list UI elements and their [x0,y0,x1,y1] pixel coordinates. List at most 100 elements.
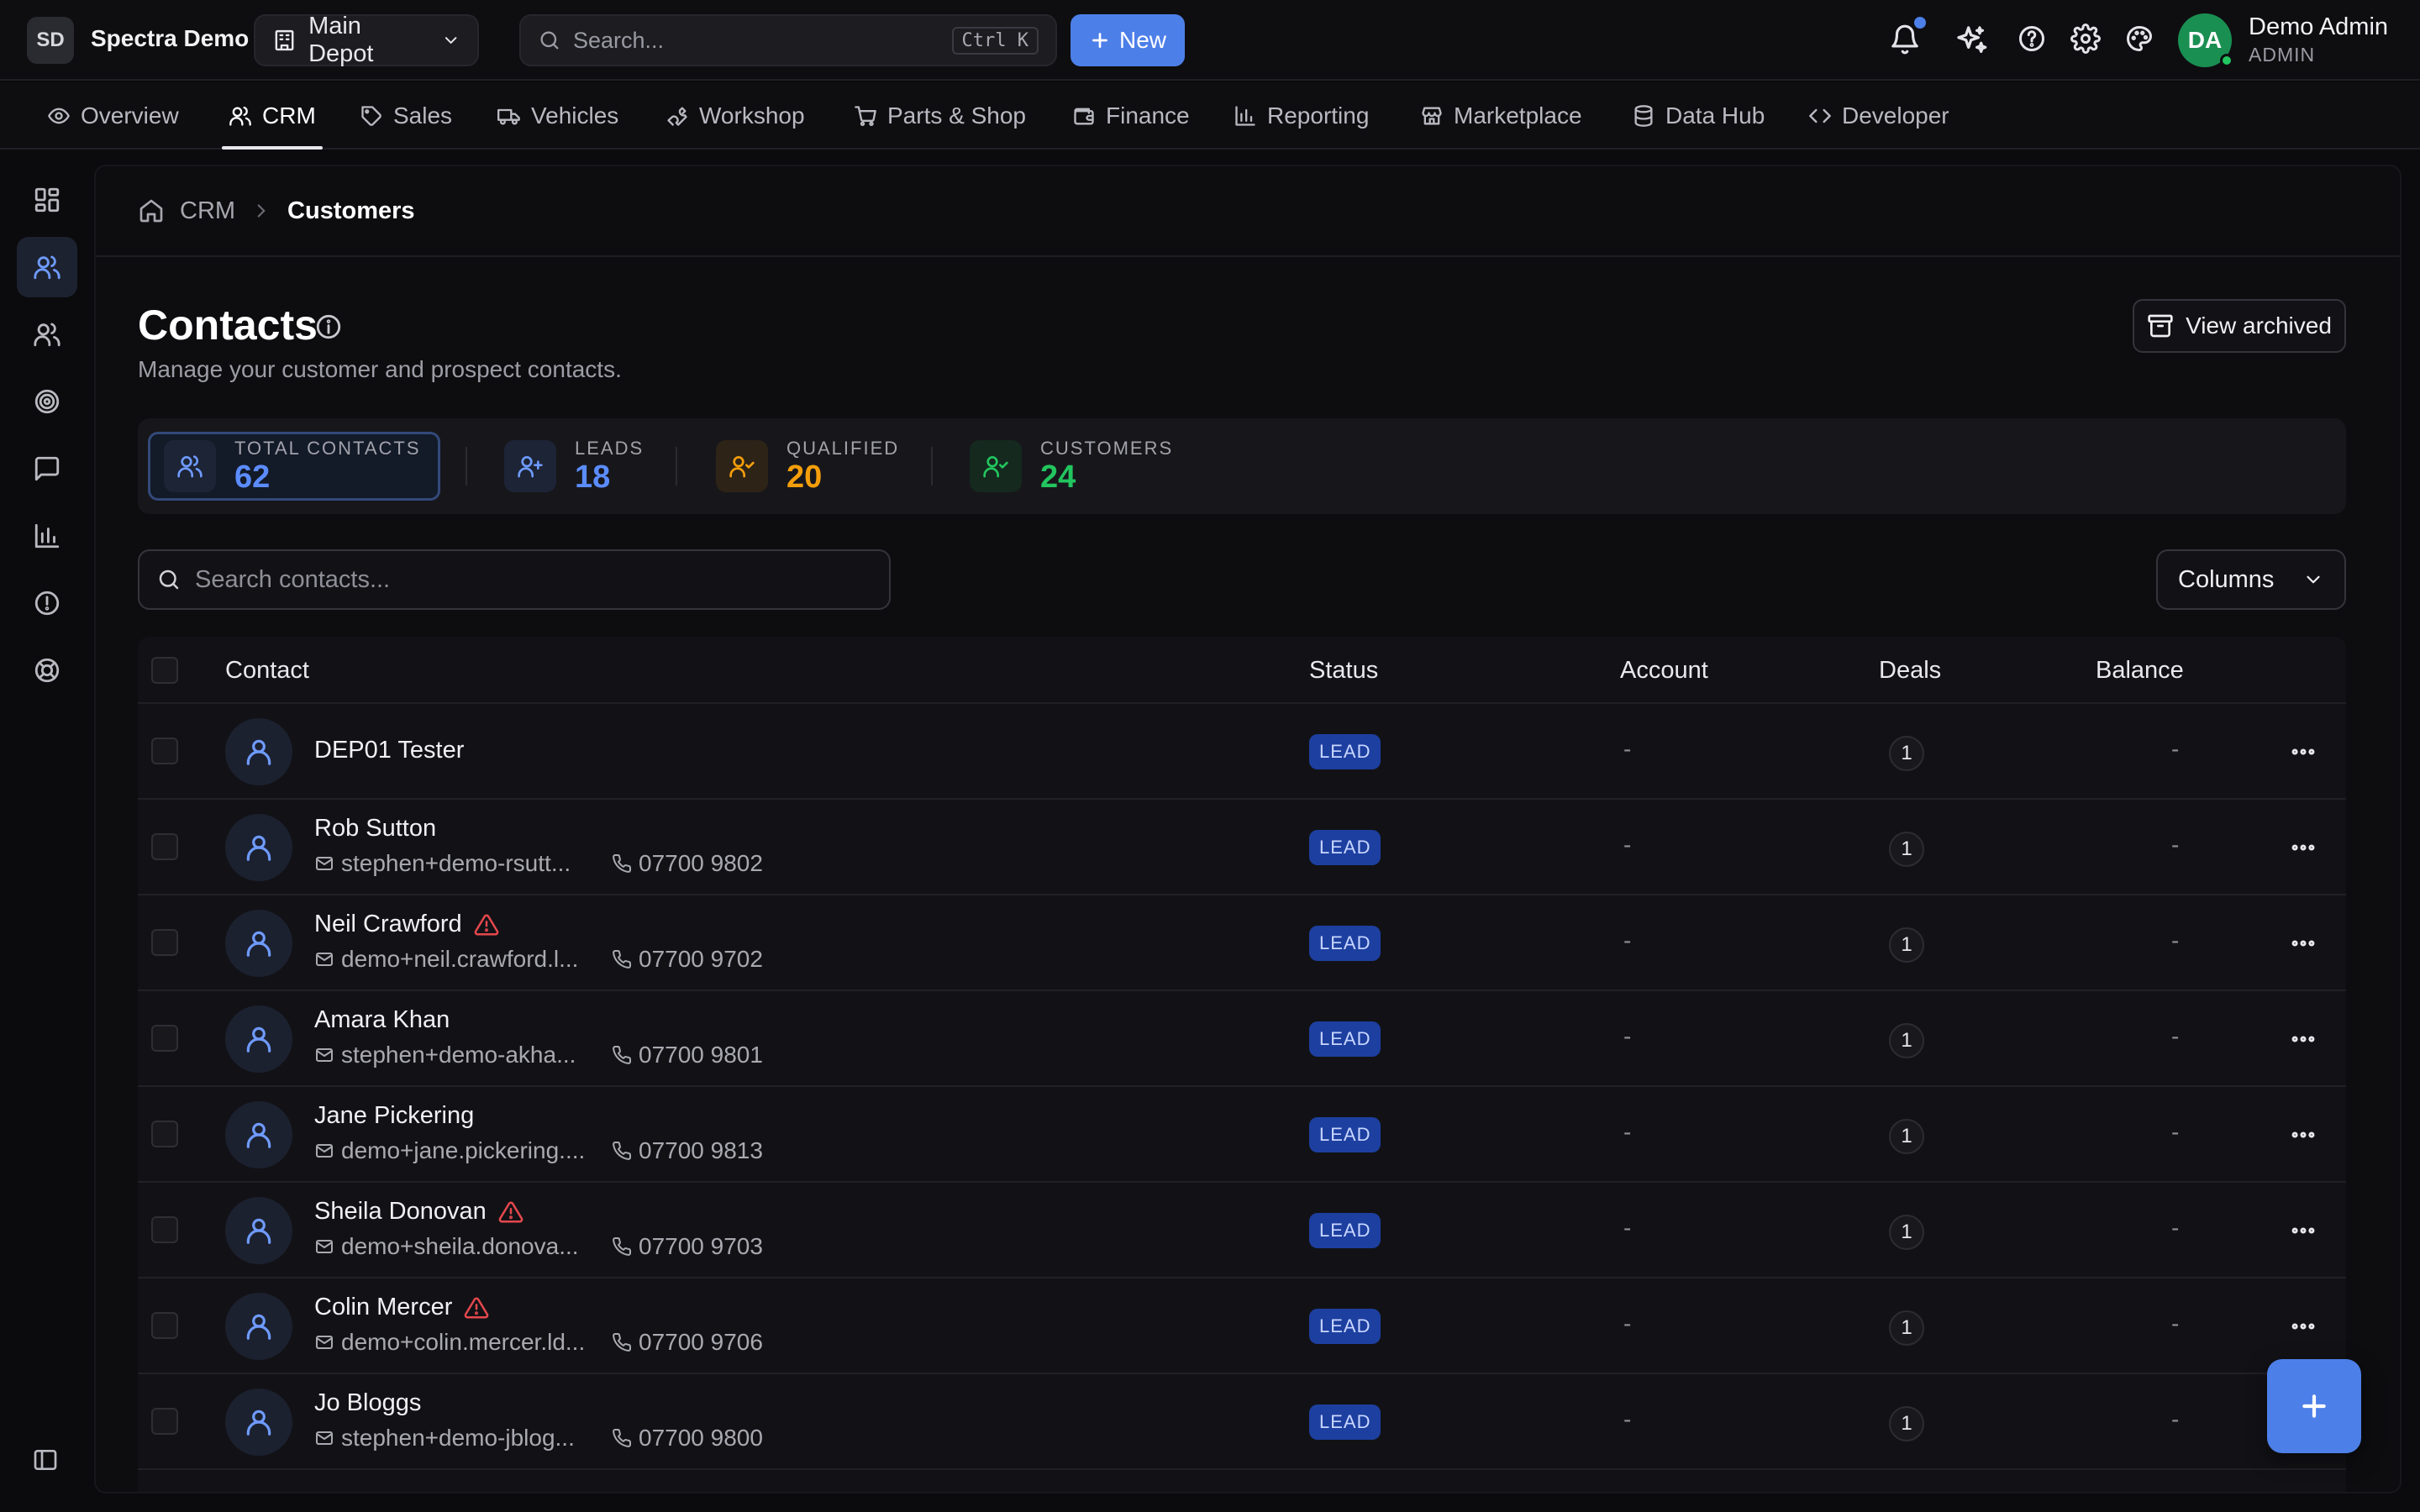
contact-name[interactable]: Jane Pickering [314,1102,474,1130]
contact-email[interactable]: demo+neil.crawford.l... [314,946,588,973]
tab-parts-shop[interactable]: Parts & Shop [854,82,1026,150]
row-actions-button[interactable] [2289,929,2317,958]
org-name[interactable]: Spectra Demo [91,25,249,52]
tab-data-hub[interactable]: Data Hub [1632,82,1765,150]
breadcrumb-crm[interactable]: CRM [180,197,235,225]
deals-count[interactable]: 1 [1889,927,1924,963]
table-row[interactable]: Neil Crawford demo+neil.crawford.l... 0770… [138,895,2346,991]
tab-finance[interactable]: Finance [1072,82,1190,150]
table-row[interactable]: Jane Pickering demo+jane.pickering.... 077… [138,1087,2346,1183]
home-icon[interactable] [138,197,165,224]
deals-count[interactable]: 1 [1889,832,1924,867]
row-actions-button[interactable] [2289,1025,2317,1053]
table-row[interactable]: Jo Bloggs stephen+demo-jblog... 07700 9800… [138,1374,2346,1470]
row-checkbox[interactable] [151,1216,178,1243]
row-checkbox[interactable] [151,1121,178,1147]
notifications-button[interactable] [1889,24,1921,55]
info-button[interactable] [314,312,343,341]
column-contact[interactable]: Contact [225,657,309,685]
row-actions-button[interactable] [2289,833,2317,862]
row-checkbox[interactable] [151,738,178,764]
row-checkbox[interactable] [151,929,178,956]
tab-crm[interactable]: CRM [222,82,323,150]
table-row[interactable]: Colin Mercer demo+colin.mercer.ld... 07700… [138,1278,2346,1374]
rail-contacts[interactable] [17,237,77,297]
rail-support[interactable] [17,640,77,701]
tab-reporting[interactable]: Reporting [1234,82,1369,150]
rail-messages[interactable] [17,438,77,499]
contact-email[interactable]: stephen+demo-akha... [314,1042,588,1068]
row-checkbox[interactable] [151,1312,178,1339]
column-account[interactable]: Account [1620,657,1708,685]
stat-qualified[interactable]: QUALIFIED 20 [716,432,899,501]
row-checkbox[interactable] [151,833,178,860]
tab-workshop[interactable]: Workshop [666,82,805,150]
tab-vehicles[interactable]: Vehicles [497,82,618,150]
contact-name[interactable]: Neil Crawford [314,911,499,938]
new-button[interactable]: New [1071,14,1185,66]
rail-targets[interactable] [17,371,77,432]
global-search[interactable]: Search... Ctrl K [519,14,1057,66]
contact-email[interactable]: demo+colin.mercer.ld... [314,1329,588,1356]
table-row[interactable]: DEP01 Tester LEAD - 1 - [138,704,2346,800]
stat-total-contacts[interactable]: TOTAL CONTACTS 62 [148,432,440,501]
stat-customers[interactable]: CUSTOMERS 24 [970,432,1173,501]
deals-count[interactable]: 1 [1889,1023,1924,1058]
contact-email[interactable]: stephen+demo-rsutt... [314,850,588,877]
settings-button[interactable] [2070,24,2101,54]
tab-overview[interactable]: Overview [47,82,179,150]
contact-name[interactable]: Amara Khan [314,1006,450,1034]
deals-count[interactable]: 1 [1889,1310,1924,1346]
rail-accounts[interactable] [17,304,77,365]
column-status[interactable]: Status [1309,657,1378,685]
user-name[interactable]: Demo Admin [2249,13,2388,41]
contact-email[interactable]: stephen+demo-jblog... [314,1425,588,1452]
contact-phone[interactable]: 07700 9800 [612,1425,763,1452]
column-balance[interactable]: Balance [2096,657,2184,685]
contact-name[interactable]: Rob Sutton [314,815,436,843]
row-actions-button[interactable] [2289,1121,2317,1149]
contact-name[interactable]: DEP01 Tester [314,737,464,764]
tab-sales[interactable]: Sales [360,82,452,150]
contact-phone[interactable]: 07700 9801 [612,1042,763,1068]
row-actions-button[interactable] [2289,1312,2317,1341]
contact-email[interactable]: demo+jane.pickering.... [314,1137,588,1164]
deals-count[interactable]: 1 [1889,1119,1924,1154]
table-row[interactable]: Sheila Donovan demo+sheila.donova... 07700… [138,1183,2346,1278]
contact-phone[interactable]: 07700 9802 [612,850,763,877]
contact-phone[interactable]: 07700 9813 [612,1137,763,1164]
deals-count[interactable]: 1 [1889,736,1924,771]
help-button[interactable] [2017,24,2047,54]
select-all-checkbox[interactable] [151,657,178,684]
contact-name[interactable]: Jo Bloggs [314,1389,421,1417]
contact-phone[interactable]: 07700 9703 [612,1233,763,1260]
deals-count[interactable]: 1 [1889,1406,1924,1441]
row-actions-button[interactable] [2289,1216,2317,1245]
view-archived-button[interactable]: View archived [2133,299,2346,353]
rail-dashboard[interactable] [17,170,77,230]
contact-email[interactable]: demo+sheila.donova... [314,1233,588,1260]
stat-leads[interactable]: LEADS 18 [504,432,644,501]
row-checkbox[interactable] [151,1408,178,1435]
org-badge[interactable]: SD [27,17,74,64]
table-row[interactable]: Amara Khan stephen+demo-akha... 07700 9801… [138,991,2346,1087]
columns-dropdown[interactable]: Columns [2156,549,2346,610]
column-deals[interactable]: Deals [1879,657,1941,685]
theme-button[interactable] [2124,24,2154,54]
contact-phone[interactable]: 07700 9702 [612,946,763,973]
contacts-search-input[interactable]: Search contacts... [138,549,891,610]
add-contact-fab[interactable] [2267,1359,2361,1453]
tab-developer[interactable]: Developer [1808,82,1949,150]
rail-reports[interactable] [17,506,77,566]
row-checkbox[interactable] [151,1025,178,1052]
contact-name[interactable]: Colin Mercer [314,1294,489,1321]
sidebar-collapse-button[interactable] [32,1446,59,1473]
depot-selector[interactable]: Main Depot [254,13,479,67]
deals-count[interactable]: 1 [1889,1215,1924,1250]
tab-marketplace[interactable]: Marketplace [1420,82,1582,150]
row-actions-button[interactable] [2289,738,2317,766]
contact-phone[interactable]: 07700 9706 [612,1329,763,1356]
table-row[interactable]: Rob Sutton stephen+demo-rsutt... 07700 980… [138,800,2346,895]
rail-alerts[interactable] [17,573,77,633]
contact-name[interactable]: Sheila Donovan [314,1198,523,1226]
